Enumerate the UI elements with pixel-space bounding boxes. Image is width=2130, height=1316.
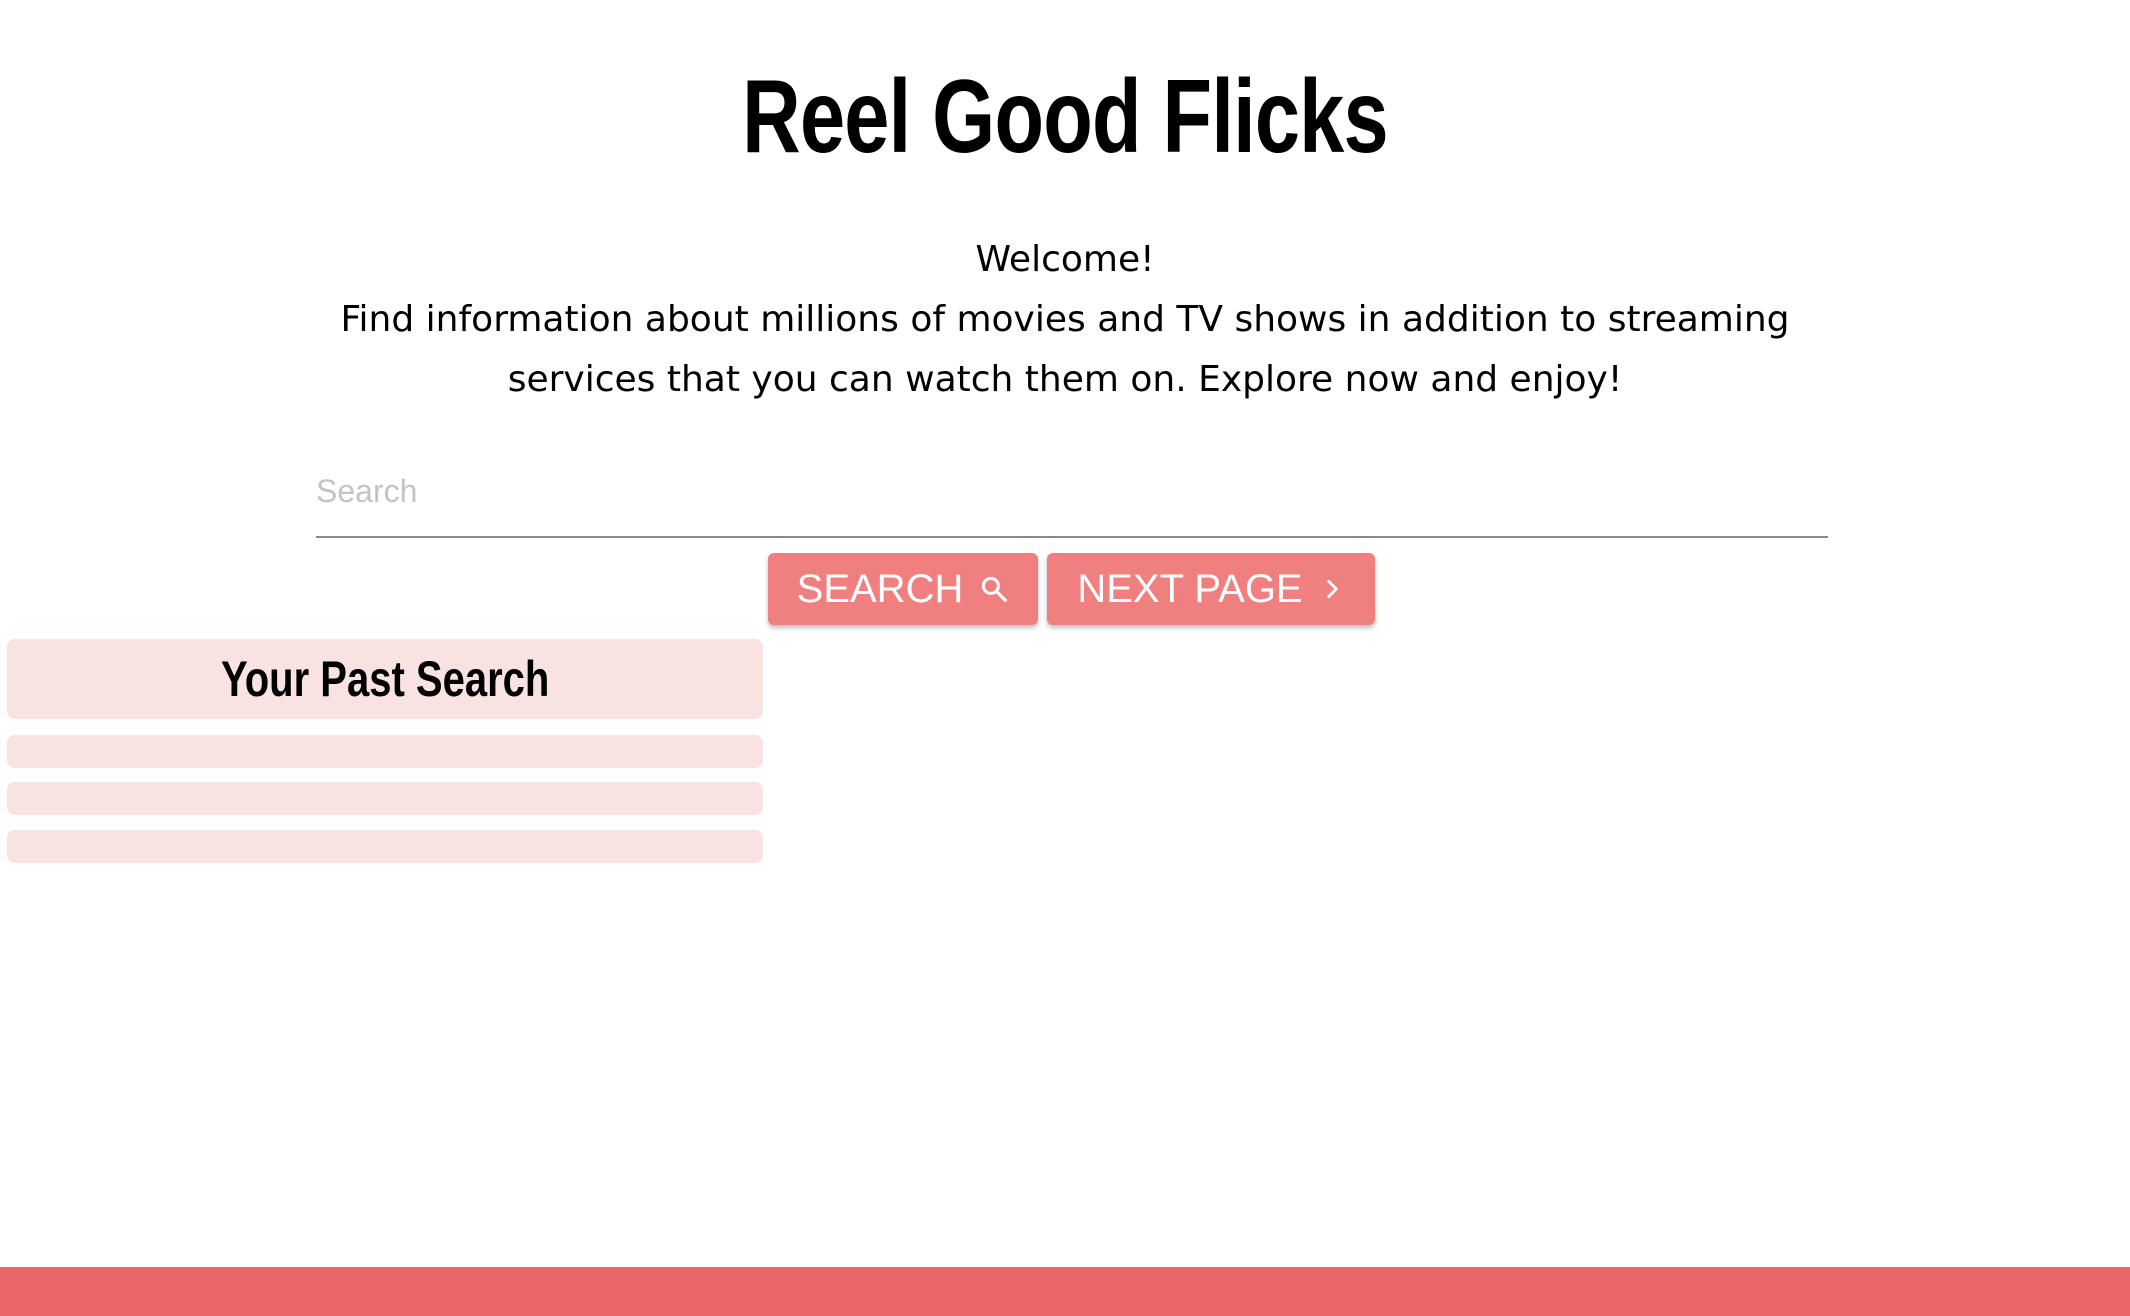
past-search-item[interactable] (7, 830, 763, 863)
past-search-item[interactable] (7, 782, 763, 815)
search-icon (979, 574, 1009, 604)
past-search-item[interactable] (7, 735, 763, 768)
next-page-button[interactable]: NEXT PAGE (1047, 553, 1375, 625)
page: Reel Good Flicks Welcome! Find informati… (0, 0, 2130, 1316)
site-title: Reel Good Flicks (742, 59, 1388, 175)
footer-bar (0, 1267, 2130, 1316)
chevron-right-icon (1319, 576, 1345, 602)
search-button-label: SEARCH (796, 566, 964, 611)
past-search-title: Your Past Search (220, 651, 550, 707)
description-text: Find information about millions of movie… (340, 299, 1790, 400)
search-field (316, 460, 1828, 538)
search-input[interactable] (316, 460, 1828, 522)
intro-text: Welcome! Find information about millions… (300, 230, 1830, 410)
next-page-button-label: NEXT PAGE (1077, 566, 1303, 611)
welcome-text: Welcome! (975, 239, 1155, 280)
search-button[interactable]: SEARCH (768, 553, 1038, 625)
past-search-header: Your Past Search (7, 639, 763, 719)
